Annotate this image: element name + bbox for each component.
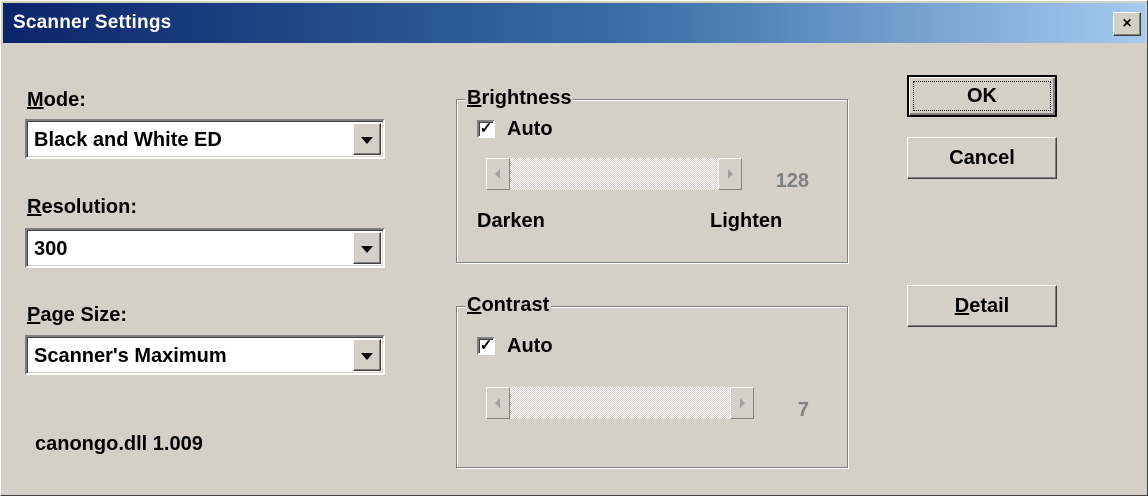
brightness-auto-label: Auto bbox=[507, 118, 553, 140]
resolution-label: Resolution: bbox=[27, 196, 137, 218]
brightness-value: 128 bbox=[775, 170, 809, 192]
ok-button[interactable]: OK bbox=[907, 75, 1057, 117]
window-title: Scanner Settings bbox=[13, 12, 172, 33]
resolution-select-value: 300 bbox=[34, 238, 68, 260]
brightness-lighten-label: Lighten bbox=[710, 210, 783, 232]
resolution-dropdown-arrow-icon[interactable] bbox=[353, 232, 381, 264]
checkmark-icon: ✓ bbox=[479, 120, 493, 137]
scanner-settings-dialog: Scanner Settings × Mode: Black and White… bbox=[0, 0, 1148, 496]
brightness-auto-checkbox[interactable]: ✓ bbox=[477, 120, 495, 138]
brightness-scroll-right-icon[interactable] bbox=[718, 158, 742, 190]
detail-button-label: Detail bbox=[954, 295, 1010, 317]
close-button[interactable]: × bbox=[1113, 12, 1141, 36]
close-icon: × bbox=[1122, 15, 1132, 32]
contrast-value: 7 bbox=[797, 399, 809, 421]
contrast-auto-label: Auto bbox=[507, 335, 553, 357]
ok-button-label: OK bbox=[967, 85, 997, 107]
mode-dropdown-arrow-icon[interactable] bbox=[353, 123, 381, 155]
cancel-button-label: Cancel bbox=[949, 147, 1015, 169]
brightness-legend: Brightness bbox=[465, 87, 574, 110]
page-size-select[interactable]: Scanner's Maximum bbox=[25, 335, 385, 375]
mode-select-value: Black and White ED bbox=[34, 129, 222, 151]
page-size-select-value: Scanner's Maximum bbox=[34, 345, 227, 367]
version-text: canongo.dll 1.009 bbox=[35, 433, 203, 455]
contrast-scroll-right-icon[interactable] bbox=[730, 387, 754, 419]
brightness-group: Brightness ✓ Auto 128 Darken Lighten bbox=[456, 87, 848, 263]
contrast-slider[interactable] bbox=[486, 387, 754, 419]
page-size-label: Page Size: bbox=[27, 304, 128, 326]
checkmark-icon: ✓ bbox=[479, 337, 493, 354]
contrast-scroll-left-icon[interactable] bbox=[486, 387, 510, 419]
mode-select[interactable]: Black and White ED bbox=[25, 119, 385, 159]
brightness-slider[interactable] bbox=[486, 158, 742, 190]
mode-label: Mode: bbox=[27, 89, 86, 111]
page-size-dropdown-arrow-icon[interactable] bbox=[353, 339, 381, 371]
brightness-darken-label: Darken bbox=[477, 210, 545, 232]
detail-button[interactable]: Detail bbox=[907, 285, 1057, 327]
contrast-auto-checkbox[interactable]: ✓ bbox=[477, 337, 495, 355]
title-bar[interactable]: Scanner Settings × bbox=[3, 3, 1145, 43]
resolution-select[interactable]: 300 bbox=[25, 228, 385, 268]
contrast-group: Contrast ✓ Auto 7 bbox=[456, 294, 848, 468]
cancel-button[interactable]: Cancel bbox=[907, 137, 1057, 179]
contrast-legend: Contrast bbox=[465, 294, 552, 317]
brightness-scroll-left-icon[interactable] bbox=[486, 158, 510, 190]
